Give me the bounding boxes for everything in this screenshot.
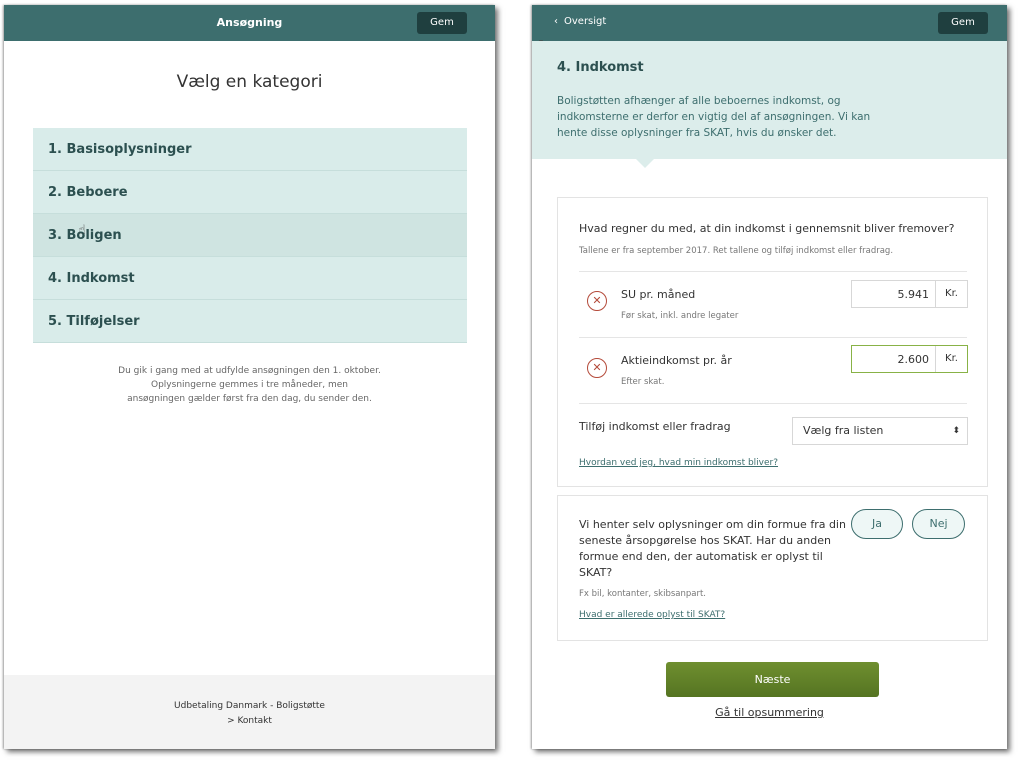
section-description: Boligstøtten afhænger af alle beboernes … — [557, 95, 871, 139]
income-amount-group: Kr. — [851, 280, 968, 308]
top-bar: ‹ Oversigt Gem — [532, 5, 1007, 41]
income-label: Aktieindkomst pr. år — [621, 354, 732, 367]
next-button[interactable]: Næste — [666, 662, 879, 697]
divider — [579, 337, 967, 338]
income-panel: ‹Oversigt Gem ⇖ 4. Indkomst Boligstøtten… — [532, 5, 1007, 749]
wealth-card: Vi henter selv oplysninger om din formue… — [557, 495, 988, 641]
category-list: 1. Basisoplysninger 2. Beboere 3. Bolige… — [33, 128, 467, 343]
su-amount-input[interactable] — [852, 281, 935, 307]
select-value: Vælg fra listen — [803, 424, 884, 437]
info-line: Oplysningerne gemmes i tre måneder, men — [151, 380, 348, 390]
income-question: Hvad regner du med, at din indkomst i ge… — [579, 222, 955, 235]
section-intro: 4. Indkomst Boligstøtten afhænger af all… — [532, 41, 1007, 168]
close-circle-icon: ✕ — [592, 361, 602, 374]
close-circle-icon: ✕ — [592, 294, 602, 307]
remove-income-button[interactable]: ✕ — [587, 358, 607, 378]
divider — [579, 403, 967, 404]
top-bar: Ansøgning Gem — [4, 5, 495, 41]
stock-income-input[interactable] — [852, 346, 935, 372]
category-item-boligen[interactable]: 3. Boligen — [33, 214, 467, 257]
section-title: 4. Indkomst — [557, 60, 644, 75]
category-item-indkomst[interactable]: 4. Indkomst — [33, 257, 467, 300]
intro-pointer — [636, 159, 654, 168]
wealth-note: Fx bil, kontanter, skibsanpart. — [579, 589, 707, 599]
page-title: Vælg en kategori — [176, 72, 323, 92]
chevron-left-icon: ‹ — [554, 16, 558, 27]
save-button[interactable]: Gem — [938, 12, 988, 34]
category-item-beboere[interactable]: 2. Beboere — [33, 171, 467, 214]
income-help-link[interactable]: Hvordan ved jeg, hvad min indkomst blive… — [579, 458, 778, 468]
remove-income-button[interactable]: ✕ — [587, 291, 607, 311]
info-line: ansøgningen gælder først fra den dag, du… — [127, 394, 372, 404]
income-type-select[interactable]: Vælg fra listen ⬍ — [792, 417, 968, 445]
info-line: Du gik i gang med at udfylde ansøgningen… — [118, 366, 381, 376]
wealth-question: Vi henter selv oplysninger om din formue… — [579, 518, 846, 579]
income-subtitle: Tallene er fra september 2017. Ret talle… — [579, 246, 894, 256]
contact-link[interactable]: > Kontakt — [4, 714, 495, 729]
application-info: Du gik i gang med at udfylde ansøgningen… — [4, 364, 495, 406]
divider — [579, 271, 967, 272]
footer: Udbetaling Danmark - Boligstøtte > Konta… — [4, 675, 495, 749]
back-label: Oversigt — [564, 16, 607, 27]
sort-arrows-icon: ⬍ — [952, 426, 960, 436]
category-item-tilfoejelser[interactable]: 5. Tilføjelser — [33, 300, 467, 343]
income-note: Før skat, inkl. andre legater — [621, 311, 739, 321]
footer-org: Udbetaling Danmark - Boligstøtte — [174, 701, 325, 711]
back-to-overview-link[interactable]: ‹ Oversigt — [554, 16, 606, 27]
income-amount-group: Kr. — [851, 345, 968, 373]
income-label: SU pr. måned — [621, 288, 696, 301]
currency-unit: Kr. — [935, 281, 967, 307]
category-item-basis[interactable]: 1. Basisoplysninger — [33, 128, 467, 171]
no-button[interactable]: Nej — [912, 509, 965, 539]
income-note: Efter skat. — [621, 377, 665, 387]
currency-unit: Kr. — [935, 346, 967, 372]
add-income-label: Tilføj indkomst eller fradrag — [579, 420, 731, 433]
go-to-summary-link[interactable]: Gå til opsummering — [532, 706, 1007, 719]
save-button[interactable]: Gem — [417, 12, 467, 34]
hand-cursor-icon: ☝ — [78, 223, 86, 238]
yes-button[interactable]: Ja — [851, 509, 903, 539]
income-card: Hvad regner du med, at din indkomst i ge… — [557, 197, 988, 487]
category-panel: Ansøgning Gem Vælg en kategori 1. Basiso… — [4, 5, 495, 749]
skat-info-link[interactable]: Hvad er allerede oplyst til SKAT? — [579, 610, 725, 620]
